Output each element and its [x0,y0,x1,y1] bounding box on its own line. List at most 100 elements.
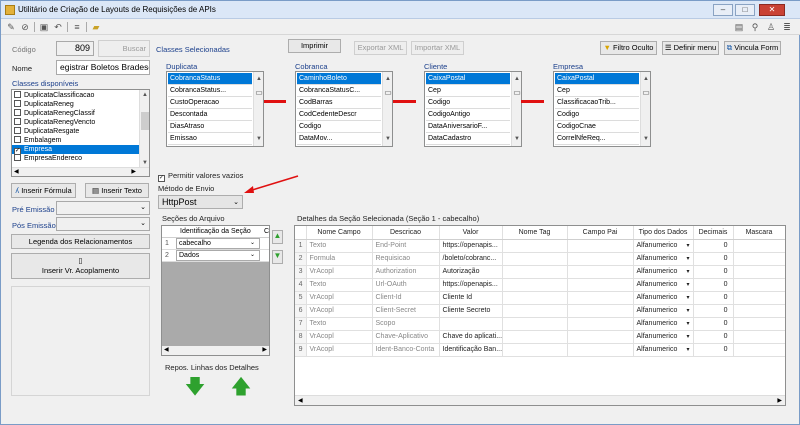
list-hscrollbar[interactable]: ◀ ▶ [12,167,149,176]
table-cell[interactable] [567,239,634,253]
move-up-arrow-icon[interactable]: 🡅 [230,375,252,399]
checkbox-icon[interactable] [14,127,21,134]
permitir-vazios-checkbox[interactable]: ✓ Permitir valores vazios [158,171,243,182]
table-cell[interactable]: 0 [693,304,734,318]
table-cell[interactable]: Alfanumerico ▾ [633,291,694,305]
column-header[interactable]: Mascara [733,226,785,240]
table-cell[interactable]: 0 [693,278,734,292]
inserir-formula-button[interactable]: ʎ Inserir Fórmula [11,183,76,198]
class-field[interactable]: CobrancaStatusC... [297,85,381,97]
column-header[interactable]: Nome Campo [306,226,373,240]
class-table-duplicata[interactable]: CobrancaStatus CobrancaStatus... CustoOper… [166,71,264,147]
folder-icon[interactable]: ▰ [90,21,102,33]
table-cell[interactable]: Formula [306,252,373,266]
move-down-arrow-icon[interactable]: 🡇 [184,375,206,399]
chevron-down-icon[interactable]: ⌄ [250,239,255,246]
new-icon[interactable]: ✎ [5,21,17,33]
table-cell[interactable]: Client-Id [372,291,440,305]
checkbox-icon[interactable] [14,118,21,125]
class-field[interactable]: CobrancaStatus [168,73,252,85]
class-field[interactable]: CustoOperacao [168,97,252,109]
buscar-button[interactable]: Buscar [98,40,150,57]
table-row[interactable]: 9 VrAcopl Ident-Banco-Conta Identificação B… [295,343,785,357]
table-cell[interactable] [502,239,568,253]
table-cell[interactable] [502,330,568,344]
detalhes-hscrollbar[interactable]: ◀ ▶ [295,395,785,405]
table-row[interactable]: 7 Texto Scopo Alfanumerico ▾ 0 [295,317,785,331]
dropdown-arrow-icon[interactable]: ▾ [686,255,689,262]
nome-field[interactable]: egistrar Boletos Bradesco [56,60,150,75]
minimize-button[interactable]: – [713,4,733,16]
cancel-icon[interactable]: ⊘ [19,21,31,33]
table-cell[interactable]: VrAcopl [306,304,373,318]
classes-disponiveis-item[interactable]: EmpresaEndereco [12,154,139,163]
class-field[interactable]: Codigo [297,121,381,133]
dropdown-arrow-icon[interactable]: ▾ [686,294,689,301]
table-cell[interactable]: Alfanumerico ▾ [633,265,694,279]
dropdown-arrow-icon[interactable]: ▾ [686,307,689,314]
checkbox-icon[interactable] [14,91,21,98]
table-cell[interactable] [567,278,634,292]
table-cell[interactable]: Chave-Aplicativo [372,330,440,344]
classes-disponiveis-item[interactable]: DuplicataClassificacao [12,91,139,100]
classes-disponiveis-item[interactable]: Embalagem [12,136,139,145]
class-table-scrollbar[interactable]: ▲ ▭ ▼ [382,72,392,146]
dropdown-arrow-icon[interactable]: ▾ [686,320,689,327]
class-field[interactable]: Cep [555,85,639,97]
class-field[interactable]: CaixaPostal [426,73,510,85]
table-cell[interactable]: Scopo [372,317,440,331]
dropdown-arrow-icon[interactable]: ▾ [686,333,689,340]
class-table-cobranca[interactable]: CaminhoBoleto CobrancaStatusC... CodBarras… [295,71,393,147]
table-cell[interactable] [439,317,503,331]
table-cell[interactable]: Cliente Id [439,291,503,305]
classes-disponiveis-item[interactable]: DuplicataResgate [12,127,139,136]
table-cell[interactable]: Chave do aplicati... [439,330,503,344]
table-row[interactable]: 8 VrAcopl Chave-Aplicativo Chave do aplicat… [295,330,785,344]
classes-disponiveis-item[interactable]: DuplicataReneg [12,100,139,109]
class-field[interactable]: CodBarras [297,97,381,109]
table-cell[interactable]: Alfanumerico ▾ [633,317,694,331]
column-header[interactable]: Descricao [372,226,440,240]
column-header[interactable]: Nome Tag [502,226,568,240]
table-cell[interactable] [567,252,634,266]
table-cell[interactable] [502,291,568,305]
table-cell[interactable]: Texto [306,278,373,292]
pos-emissao-combo[interactable]: ⌄ [56,217,150,231]
table-cell[interactable]: 0 [693,252,734,266]
table-cell[interactable] [567,330,634,344]
column-header[interactable]: Decimais [693,226,734,240]
table-cell[interactable] [567,317,634,331]
checkbox-icon[interactable] [14,109,21,116]
inserir-vr-acoplamento-button[interactable]: ▯ Inserir Vr. Acoplamento [11,253,150,279]
table-cell[interactable]: Alfanumerico ▾ [633,343,694,357]
user-icon[interactable]: ♙ [765,21,777,33]
table-row[interactable]: 5 VrAcopl Client-Id Cliente Id Alfanumerico ▾… [295,291,785,305]
table-cell[interactable]: End-Point [372,239,440,253]
class-table-cliente[interactable]: CaixaPostal Cep Codigo CodigoAntigo DataAniv… [424,71,522,147]
class-field[interactable]: CaixaPostal [555,73,639,85]
inserir-texto-button[interactable]: ▤ Inserir Texto [85,183,149,198]
dropdown-arrow-icon[interactable]: ▾ [686,281,689,288]
table-cell[interactable] [502,278,568,292]
classes-disponiveis-item[interactable]: ✓ Empresa [12,145,139,154]
maximize-button[interactable]: □ [735,4,755,16]
table-row[interactable]: 2 Formula Requisicao/boleto/cobranc... Alfa… [295,252,785,266]
class-field[interactable]: Cep [426,85,510,97]
table-cell[interactable]: Alfanumerico ▾ [633,304,694,318]
legenda-button[interactable]: Legenda dos Relacionamentos [11,234,150,249]
mascara-cell[interactable] [733,330,785,344]
mascara-cell[interactable] [733,252,785,266]
class-field[interactable]: CaminhoBoleto [297,73,381,85]
mascara-cell[interactable] [733,291,785,305]
table-cell[interactable] [567,291,634,305]
table-cell[interactable] [502,265,568,279]
mascara-cell[interactable] [733,265,785,279]
table-row[interactable]: 6 VrAcopl Client-Secret Cliente Secreto Alfa… [295,304,785,318]
dropdown-arrow-icon[interactable]: ▾ [686,268,689,275]
filtro-oculto-button[interactable]: ▼ Filtro Oculto [600,41,657,55]
window-list-icon[interactable]: ▤ [733,21,745,33]
class-field[interactable]: CorrelNfeReq... [555,133,639,145]
table-cell[interactable]: 0 [693,265,734,279]
checkbox-icon[interactable] [14,100,21,107]
table-cell[interactable]: Ident-Banco-Conta [372,343,440,357]
